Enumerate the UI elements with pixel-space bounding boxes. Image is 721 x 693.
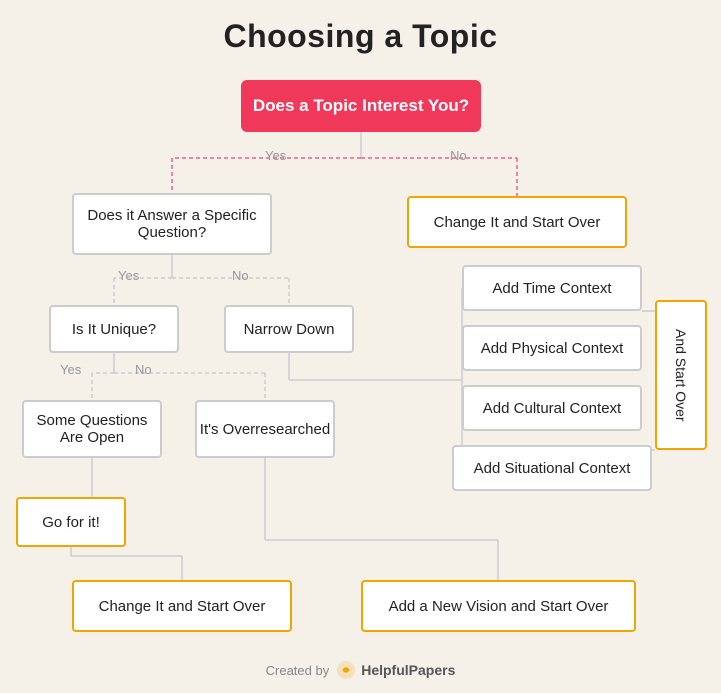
newvision-box: Add a New Vision and Start Over [361, 580, 636, 632]
brand-icon [335, 659, 357, 681]
somequestions-box: Some Questions Are Open [22, 400, 162, 458]
created-label: Created by [266, 663, 330, 678]
label-no3: No [135, 362, 152, 377]
label-no1: No [450, 148, 467, 163]
andstartover-box: And Start Over [655, 300, 707, 450]
narrow-box: Narrow Down [224, 305, 354, 353]
situational-box: Add Situational Context [452, 445, 652, 491]
page: Choosing a Topic [0, 0, 721, 693]
label-no2: No [232, 268, 249, 283]
goit-box: Go for it! [16, 497, 126, 547]
time-box: Add Time Context [462, 265, 642, 311]
question1-box: Does it Answer a Specific Question? [72, 193, 272, 255]
label-yes1: Yes [265, 148, 286, 163]
unique-box: Is It Unique? [49, 305, 179, 353]
physical-box: Add Physical Context [462, 325, 642, 371]
label-yes2: Yes [118, 268, 139, 283]
brand-logo: HelpfulPapers [335, 659, 455, 681]
page-title: Choosing a Topic [0, 0, 721, 55]
change1-box: Change It and Start Over [407, 196, 627, 248]
change2-box: Change It and Start Over [72, 580, 292, 632]
brand-name: HelpfulPapers [361, 662, 455, 678]
overresearched-box: It's Overresearched [195, 400, 335, 458]
footer: Created by HelpfulPapers [0, 659, 721, 681]
start-box: Does a Topic Interest You? [241, 80, 481, 132]
cultural-box: Add Cultural Context [462, 385, 642, 431]
label-yes3: Yes [60, 362, 81, 377]
